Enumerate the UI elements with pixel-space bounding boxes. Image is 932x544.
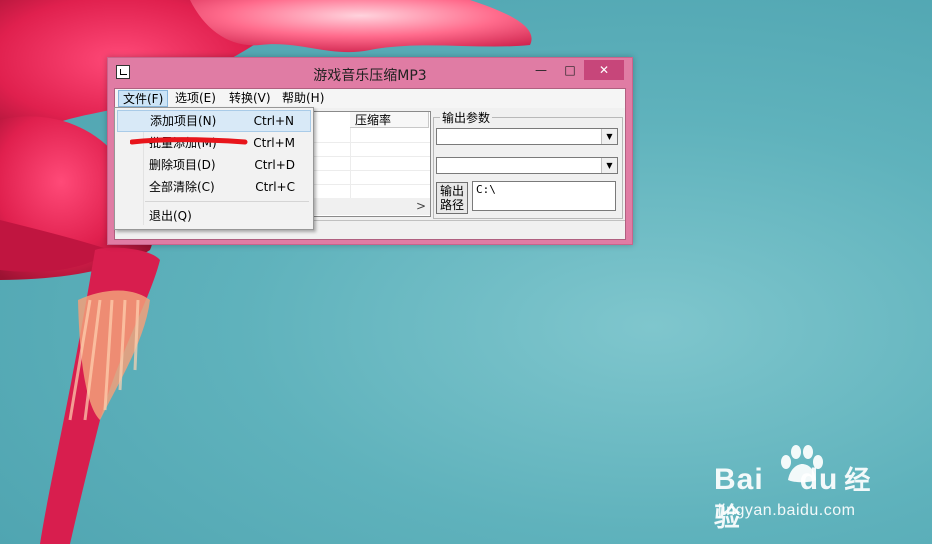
output-path-button[interactable]: 输出 路径 [436, 182, 468, 214]
red-annotation-stroke [130, 137, 248, 145]
logo-part: du [799, 463, 839, 496]
menu-convert[interactable]: 转换(V) [225, 90, 275, 107]
menu-bar: 文件(F) 选项(E) 转换(V) 帮助(H) [115, 89, 625, 108]
menu-item-shortcut: Ctrl+C [255, 180, 295, 194]
output-quality-select[interactable]: ▼ [436, 157, 618, 174]
baidu-jingyan-watermark: Bai du 经验 jingyan.baidu.com [714, 444, 894, 532]
menu-item-shortcut: Ctrl+D [254, 158, 295, 172]
column-divider [350, 128, 351, 198]
minimize-button[interactable]: — [529, 60, 553, 80]
output-params-label: 输出参数 [440, 109, 493, 126]
column-header-ratio[interactable]: 压缩率 [350, 112, 429, 128]
watermark-site: jingyan.baidu.com [718, 502, 856, 519]
menu-item-clear-all[interactable]: 全部清除(C) Ctrl+C [117, 176, 311, 198]
scroll-right-arrow[interactable]: > [416, 198, 426, 215]
menu-item-label: 删除项目(D) [149, 158, 216, 172]
logo-part: Bai [714, 463, 764, 496]
output-path-field[interactable]: C:\ [472, 181, 616, 211]
menu-item-shortcut: Ctrl+M [253, 136, 295, 150]
chevron-down-icon[interactable]: ▼ [601, 129, 617, 144]
menu-item-delete[interactable]: 删除项目(D) Ctrl+D [117, 154, 311, 176]
file-menu-dropdown: 添加项目(N) Ctrl+N 批量添加(M) Ctrl+M 删除项目(D) Ct… [114, 107, 314, 230]
title-bar[interactable]: 游戏音乐压缩MP3 — □ ✕ [108, 58, 632, 88]
menu-options[interactable]: 选项(E) [171, 90, 220, 107]
output-params-group: 输出参数 ▼ ▼ 输出 路径 C:\ [433, 109, 623, 219]
chevron-down-icon[interactable]: ▼ [601, 158, 617, 173]
output-path-button-line2: 路径 [439, 198, 464, 212]
menu-item-shortcut: Ctrl+N [253, 114, 294, 128]
menu-item-add[interactable]: 添加项目(N) Ctrl+N [117, 110, 311, 132]
menu-item-exit[interactable]: 退出(Q) [117, 205, 311, 227]
close-button[interactable]: ✕ [584, 60, 624, 80]
maximize-button[interactable]: □ [558, 60, 582, 80]
menu-item-label: 添加项目(N) [150, 114, 217, 128]
menu-item-label: 退出(Q) [149, 209, 192, 223]
window-title: 游戏音乐压缩MP3 [313, 68, 427, 84]
menu-file[interactable]: 文件(F) [118, 90, 169, 107]
output-format-select[interactable]: ▼ [436, 128, 618, 145]
watermark-logo-text: Bai du 经验 [714, 460, 894, 534]
menu-separator [145, 201, 309, 202]
menu-help[interactable]: 帮助(H) [278, 90, 328, 107]
menu-item-label: 全部清除(C) [149, 180, 215, 194]
output-path-button-line1: 输出 [439, 184, 464, 198]
